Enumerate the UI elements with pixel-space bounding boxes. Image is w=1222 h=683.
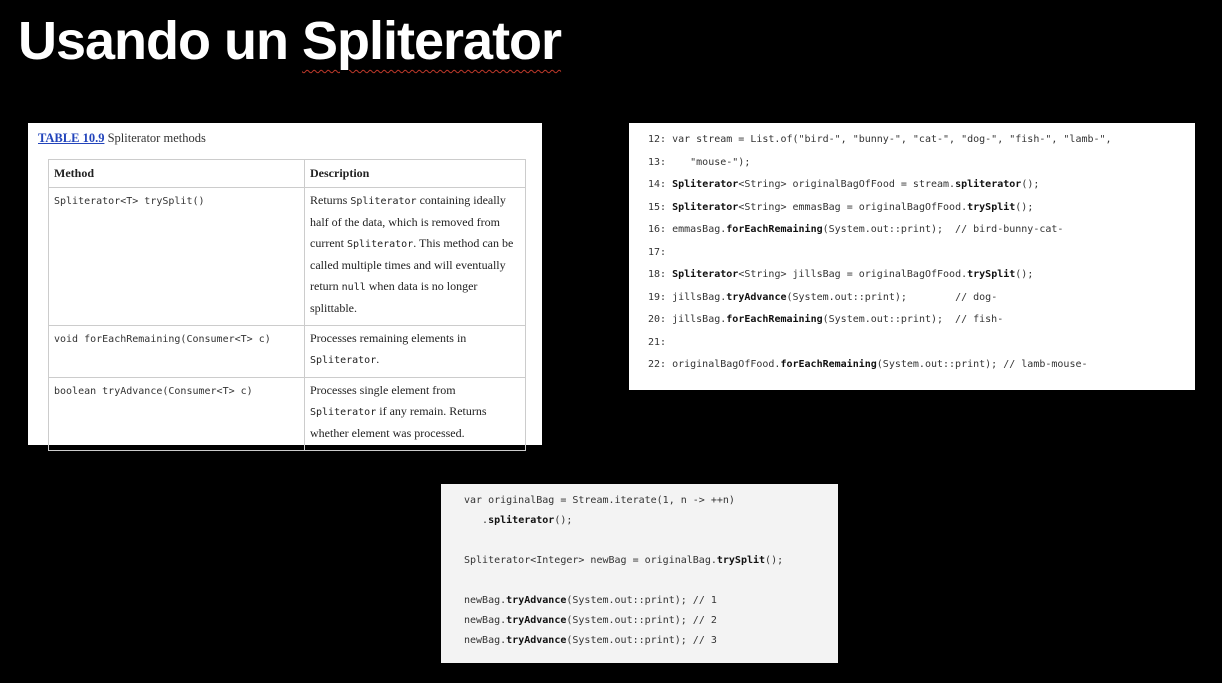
table-header-row: Method Description	[48, 159, 526, 188]
code-text: 21:	[648, 336, 667, 348]
code-keyword: trySplit	[967, 201, 1016, 213]
inline-code: Spliterator	[346, 239, 414, 250]
method-signature: boolean tryAdvance(Consumer<T> c)	[48, 377, 305, 451]
method-description: Processes single element from Spliterato…	[304, 377, 526, 451]
code-keyword: tryAdvance	[506, 635, 567, 646]
code-text: 20: jillsBag.	[648, 314, 727, 325]
table-row: void forEachRemaining(Consumer<T> c) Proc…	[48, 325, 526, 378]
slide-title: Usando un Spliterator	[18, 10, 562, 72]
inline-code: Spliterator	[350, 196, 417, 207]
code-text: var originalBag = Stream.iterate(1, n ->…	[464, 495, 735, 506]
method-description: Returns Spliterator containing ideally h…	[304, 187, 526, 326]
table-caption: TABLE 10.9 Spliterator methods	[38, 131, 528, 151]
table-row: boolean tryAdvance(Consumer<T> c) Process…	[48, 377, 526, 451]
table-row: Spliterator<T> trySplit() Returns Spliter…	[48, 187, 526, 326]
code-keyword: trySplit	[716, 555, 766, 566]
code-text: 14:	[648, 179, 673, 190]
code-text: ();	[765, 555, 784, 566]
code-text: (System.out::print); // dog-	[786, 291, 998, 303]
code-line: Spliterator<Integer> newBag = originalBa…	[464, 554, 838, 574]
code-text: (System.out::print); // lamb-mouse-	[876, 359, 1088, 370]
code-keyword: tryAdvance	[726, 291, 787, 303]
table-caption-number[interactable]: TABLE 10.9	[38, 131, 104, 145]
code-keyword: spliterator	[488, 515, 555, 526]
method-description: Processes remaining elements in Splitera…	[304, 325, 526, 378]
code-text: 17:	[648, 246, 667, 258]
code-snippet-iterate-example: var originalBag = Stream.iterate(1, n ->…	[441, 484, 838, 663]
code-line: 21:	[648, 336, 1195, 359]
code-text: (System.out::print); // 2	[566, 615, 717, 626]
code-snippet-stream-example: 12: var stream = List.of("bird-", "bunny…	[629, 123, 1195, 390]
code-keyword: Spliterator	[672, 179, 739, 190]
code-line: 16: emmasBag.forEachRemaining(System.out…	[648, 223, 1195, 246]
code-line: var originalBag = Stream.iterate(1, n ->…	[464, 494, 838, 514]
code-text: <String> jillsBag = originalBagOfFood.	[738, 269, 968, 280]
code-line: 22: originalBagOfFood.forEachRemaining(S…	[648, 358, 1195, 381]
code-text: 16: emmasBag.	[648, 224, 727, 235]
code-line: newBag.tryAdvance(System.out::print); //…	[464, 634, 838, 654]
description-text: Processes remaining elements in	[310, 331, 467, 345]
inline-code: Spliterator	[310, 407, 377, 418]
methods-table: Method Description Spliterator<T> trySpl…	[48, 159, 526, 451]
code-keyword: Spliterator	[672, 201, 739, 213]
description-text: Processes single element from	[310, 383, 456, 397]
code-line: 13: "mouse-");	[648, 156, 1195, 179]
code-line: newBag.tryAdvance(System.out::print); //…	[464, 614, 838, 634]
code-keyword: Spliterator	[672, 269, 739, 280]
header-description: Description	[304, 159, 526, 188]
code-text: (System.out::print); // fish-	[822, 314, 1004, 325]
code-keyword: trySplit	[967, 269, 1016, 280]
code-keyword: forEachRemaining	[726, 224, 823, 235]
code-line: 12: var stream = List.of("bird-", "bunny…	[648, 133, 1195, 156]
slide-title-word: Spliterator	[302, 11, 562, 71]
inline-code: null	[341, 282, 366, 293]
code-text: ();	[1015, 201, 1034, 213]
code-line: 19: jillsBag.tryAdvance(System.out::prin…	[648, 291, 1195, 314]
code-text: <String> originalBagOfFood = stream.	[738, 179, 956, 190]
code-line: newBag.tryAdvance(System.out::print); //…	[464, 594, 838, 614]
code-keyword: tryAdvance	[506, 595, 567, 606]
method-signature: void forEachRemaining(Consumer<T> c)	[48, 325, 305, 378]
code-text: (System.out::print); // bird-bunny-cat-	[822, 224, 1064, 235]
code-text: 12: var stream = List.of("bird-", "bunny…	[648, 134, 1112, 145]
code-text: 18:	[648, 269, 673, 280]
slide-title-prefix: Usando un	[18, 11, 302, 71]
code-line: 17:	[648, 246, 1195, 269]
description-text: Returns	[310, 193, 351, 207]
code-text: .	[464, 515, 489, 526]
spliterator-methods-table-card: TABLE 10.9 Spliterator methods Method De…	[28, 123, 542, 451]
code-text: (System.out::print); // 1	[566, 595, 717, 606]
code-text: 13: "mouse-");	[648, 156, 751, 168]
code-text: newBag.	[464, 615, 507, 626]
code-text: 19: jillsBag.	[648, 291, 727, 303]
code-line: 18: Spliterator<String> jillsBag = origi…	[648, 268, 1195, 291]
code-line: 15: Spliterator<String> emmasBag = origi…	[648, 201, 1195, 224]
code-text: ();	[1021, 179, 1040, 190]
code-line: 20: jillsBag.forEachRemaining(System.out…	[648, 313, 1195, 336]
code-text: newBag.	[464, 635, 507, 646]
code-line: .spliterator();	[464, 514, 838, 534]
code-text: ();	[1015, 269, 1034, 280]
code-line: 14: Spliterator<String> originalBagOfFoo…	[648, 178, 1195, 201]
code-text: ();	[554, 515, 573, 526]
code-keyword: forEachRemaining	[780, 359, 877, 370]
methods-table-body: Spliterator<T> trySplit() Returns Spliter…	[48, 187, 526, 451]
description-text: .	[376, 352, 380, 366]
code-text: newBag.	[464, 595, 507, 606]
code-text: Spliterator<Integer> newBag = originalBa…	[464, 555, 717, 566]
code-keyword: forEachRemaining	[726, 314, 823, 325]
code-keyword: spliterator	[955, 179, 1022, 190]
code-text: 15:	[648, 201, 673, 213]
code-text: <String> emmasBag = originalBagOfFood.	[738, 201, 968, 213]
code-text: 22: originalBagOfFood.	[648, 359, 781, 370]
method-signature: Spliterator<T> trySplit()	[48, 187, 305, 326]
code-keyword: tryAdvance	[506, 615, 567, 626]
header-method: Method	[48, 159, 305, 188]
inline-code: Spliterator	[310, 355, 377, 366]
table-caption-text: Spliterator methods	[104, 131, 206, 145]
code-text: (System.out::print); // 3	[566, 635, 717, 646]
